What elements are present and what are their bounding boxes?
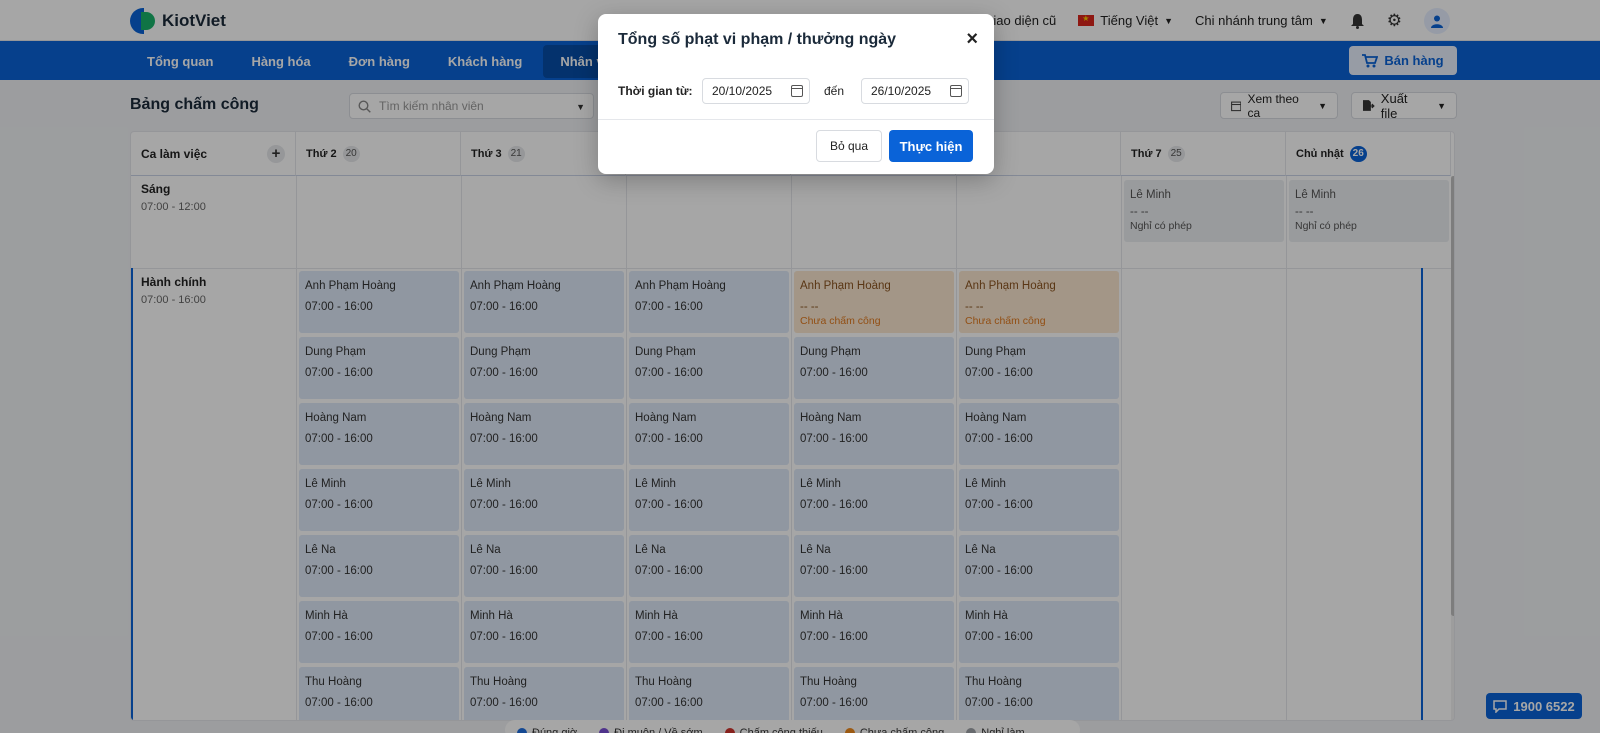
close-icon[interactable]: ×	[966, 28, 978, 51]
calendar-icon[interactable]	[791, 85, 803, 97]
penalty-bonus-dialog: Tổng số phạt vi phạm / thưởng ngày × Thờ…	[598, 14, 994, 174]
dialog-divider	[598, 119, 994, 120]
calendar-icon[interactable]	[950, 85, 962, 97]
cancel-button[interactable]: Bỏ qua	[816, 130, 882, 162]
from-date-value: 20/10/2025	[712, 84, 773, 98]
from-date-input[interactable]: 20/10/2025	[702, 78, 810, 104]
confirm-button[interactable]: Thực hiện	[889, 130, 973, 162]
from-label: Thời gian từ:	[618, 84, 693, 98]
to-date-value: 26/10/2025	[871, 84, 932, 98]
to-label: đến	[824, 84, 845, 98]
dialog-title: Tổng số phạt vi phạm / thưởng ngày	[618, 31, 897, 48]
to-date-input[interactable]: 26/10/2025	[861, 78, 969, 104]
